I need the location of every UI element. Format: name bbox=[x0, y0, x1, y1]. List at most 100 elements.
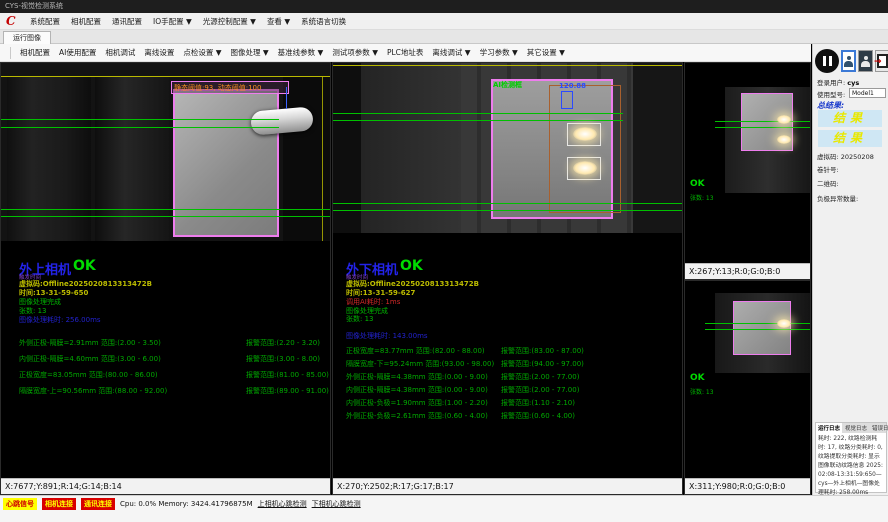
tool-offline-debug[interactable]: 离线调试 ▼ bbox=[432, 47, 470, 58]
tool-test-params[interactable]: 测试项参数 ▼ bbox=[332, 47, 378, 58]
login-user-row: 登录用户: cys bbox=[817, 77, 859, 87]
tool-camera-debug[interactable]: 相机调试 bbox=[105, 47, 135, 58]
log-tabs: 运行日志 视觉日志 错误日志 bbox=[816, 423, 886, 433]
alarm-range: 报警范围:(0.60 - 4.00) bbox=[501, 411, 575, 421]
pixel-coordinates: X:311;Y:980;R:0;G:0;B:0 bbox=[689, 482, 785, 491]
weld-glow bbox=[573, 127, 597, 141]
menu-item-view[interactable]: 查看 ▼ bbox=[267, 16, 290, 27]
camera-canvas-outer-lower[interactable]: AI检测框 120.88 bbox=[333, 63, 682, 233]
tool-spotcheck[interactable]: 点检设置 ▼ bbox=[183, 47, 221, 58]
tool-ai-usage[interactable]: AI使用配置 bbox=[59, 47, 96, 58]
comm-connection-badge: 通讯连接 bbox=[81, 498, 115, 510]
camera-canvas-small-bottom[interactable]: OK 张数: 13 bbox=[685, 281, 810, 478]
alarm-range: 报警范围:(2.00 - 77.00) bbox=[501, 372, 579, 382]
frame-count: 张数: 13 bbox=[690, 387, 714, 396]
measure-value: 内侧正极-隔膜=4.60mm 范围:(3.00 - 6.00) bbox=[19, 354, 161, 364]
measure-value: 外侧正极-隔膜=4.38mm 范围:(0.00 - 9.00) bbox=[346, 372, 488, 382]
tool-offline-setting[interactable]: 离线设置 bbox=[144, 47, 174, 58]
measure-value: 外侧正极-隔膜=2.91mm 范围:(2.00 - 3.50) bbox=[19, 338, 161, 348]
pixel-coordinate-bar: X:270;Y:2502;R:17;G:17;B:17 bbox=[333, 478, 682, 494]
alarm-range: 报警范围:(81.00 - 85.00) bbox=[246, 370, 329, 380]
alarm-range: 报警范围:(1.10 - 2.10) bbox=[501, 398, 575, 408]
heartbeat-status-badge: 心跳信号 bbox=[3, 498, 37, 510]
camera-canvas-outer-upper[interactable]: 静态阈值:93, 动态阈值:100 bbox=[1, 63, 330, 241]
edge-marker bbox=[286, 87, 287, 109]
threshold-label: 静态阈值:93, 动态阈值:100 bbox=[174, 84, 261, 92]
camera-connection-badge: 相机连接 bbox=[42, 498, 76, 510]
camera-status-ok: OK bbox=[690, 179, 705, 189]
measure-value: 隔膜宽度-下=95.24mm 范围:(93.00 - 98.00) bbox=[346, 359, 494, 369]
measure-line bbox=[333, 210, 682, 211]
tool-baseline-params[interactable]: 基准线参数 ▼ bbox=[278, 47, 324, 58]
pause-button[interactable] bbox=[815, 49, 839, 73]
logout-icon bbox=[877, 54, 888, 68]
user-button-active[interactable] bbox=[841, 50, 856, 72]
camera-view-small-top: OK 张数: 13 X:267;Y:13;R:0;G:0;B:0 bbox=[684, 62, 811, 280]
upper-camera-heartbeat-link[interactable]: 上相机心跳检测 bbox=[258, 499, 307, 509]
measure-value: 内侧正极-隔膜=4.38mm 范围:(0.00 - 9.00) bbox=[346, 385, 488, 395]
logout-button[interactable] bbox=[875, 50, 888, 72]
tool-plc-table[interactable]: PLC地址表 bbox=[387, 47, 423, 58]
weld-glow bbox=[777, 319, 791, 328]
window-title: CYS-视觉检测系统 bbox=[5, 2, 63, 10]
measure-line bbox=[1, 209, 330, 210]
model-value-box[interactable]: Model1 bbox=[849, 88, 886, 98]
user-icon bbox=[861, 56, 870, 67]
camera-canvas-small-top[interactable]: OK 张数: 13 bbox=[685, 63, 810, 263]
menu-item-language[interactable]: 系统语言切换 bbox=[301, 16, 346, 27]
tab-run-image[interactable]: 运行图像 bbox=[3, 31, 51, 44]
camera-status-ok: OK bbox=[690, 373, 705, 383]
measure-value: 隔膜宽度-上=90.56mm 范围:(88.00 - 92.00) bbox=[19, 386, 167, 396]
status-bar: 心跳信号 相机连接 通讯连接 Cpu: 0.0% Memory: 3424.41… bbox=[0, 495, 888, 522]
cpu-memory-readout: Cpu: 0.0% Memory: 3424.41796875M bbox=[120, 500, 253, 508]
pixel-coordinates: X:270;Y:2502;R:17;G:17;B:17 bbox=[337, 482, 454, 491]
pixel-coordinate-bar: X:267;Y:13;R:0;G:0;B:0 bbox=[685, 263, 810, 279]
measure-value: 正极宽度=83.77mm 范围:(82.00 - 88.00) bbox=[346, 346, 485, 356]
tool-learn-params[interactable]: 学习参数 ▼ bbox=[480, 47, 518, 58]
menu-item-io-config[interactable]: IO手配置 ▼ bbox=[153, 16, 192, 27]
negative-abnormal-label: 负极异常数量: bbox=[817, 193, 858, 203]
menu-bar: 系统配置 相机配置 通讯配置 IO手配置 ▼ 光源控制配置 ▼ 查看 ▼ 系统语… bbox=[0, 13, 888, 30]
log-tab-run[interactable]: 运行日志 bbox=[816, 423, 842, 433]
status-row: 心跳信号 相机连接 通讯连接 Cpu: 0.0% Memory: 3424.41… bbox=[3, 497, 361, 510]
login-user-value: cys bbox=[847, 79, 859, 87]
measure-line bbox=[333, 120, 623, 121]
battery-cell-region bbox=[733, 301, 791, 355]
tab-strip: 运行图像 bbox=[0, 30, 888, 44]
camera-view-small-bottom: OK 张数: 13 X:311;Y:980;R:0;G:0;B:0 bbox=[684, 280, 811, 495]
measure-value: 正极宽度=83.05mm 范围:(80.00 - 86.00) bbox=[19, 370, 158, 380]
lower-camera-heartbeat-link[interactable]: 下相机心跳检测 bbox=[312, 499, 361, 509]
pixel-coordinates: X:267;Y:13;R:0;G:0;B:0 bbox=[689, 267, 780, 276]
log-tab-error[interactable]: 错误日志 bbox=[870, 423, 888, 433]
user-button[interactable] bbox=[858, 50, 873, 72]
pixel-coordinate-bar: X:311;Y:980;R:0;G:0;B:0 bbox=[685, 478, 810, 494]
app-logo-icon bbox=[6, 14, 19, 28]
qr-code-label: 二维码: bbox=[817, 178, 839, 188]
weld-glow bbox=[573, 161, 597, 175]
alarm-range: 报警范围:(2.20 - 3.20) bbox=[246, 338, 320, 348]
ai-detect-rect bbox=[549, 85, 621, 213]
toolbar: 相机配置 AI使用配置 相机调试 离线设置 点检设置 ▼ 图像处理 ▼ 基准线参… bbox=[0, 44, 811, 62]
control-panel: 登录用户: cys 使用型号: Model1 总结果: 结果 结果 虚拟码: 2… bbox=[812, 44, 888, 495]
weld-glow bbox=[777, 115, 791, 124]
menu-item-light-config[interactable]: 光源控制配置 ▼ bbox=[203, 16, 256, 27]
alarm-range: 报警范围:(94.00 - 97.00) bbox=[501, 359, 584, 369]
tool-other-settings[interactable]: 其它设置 ▼ bbox=[527, 47, 565, 58]
alarm-range: 报警范围:(2.00 - 77.00) bbox=[501, 385, 579, 395]
log-box: 运行日志 视觉日志 错误日志 耗时: 222, 纹路检测耗时: 17, 纹路分类… bbox=[815, 422, 887, 493]
menu-item-comm-config[interactable]: 通讯配置 bbox=[112, 16, 142, 27]
ai-box-label: AI检测框 bbox=[493, 80, 522, 90]
measure-line bbox=[705, 329, 810, 330]
log-tab-vision[interactable]: 视觉日志 bbox=[843, 423, 869, 433]
tool-camera-config[interactable]: 相机配置 bbox=[20, 47, 50, 58]
result-block-2: 结果 bbox=[818, 130, 882, 147]
menu-item-camera-config[interactable]: 相机配置 bbox=[71, 16, 101, 27]
camera-view-outer-lower: AI检测框 120.88 外下相机 OK 触发时间 虚拟码:Offline202… bbox=[332, 62, 683, 495]
user-icon bbox=[844, 56, 853, 67]
measure-line bbox=[333, 203, 682, 204]
measure-annotation: 120.88 bbox=[559, 82, 586, 90]
frame-count: 张数: 13 bbox=[690, 193, 714, 202]
menu-item-system-config[interactable]: 系统配置 bbox=[30, 16, 60, 27]
camera-status-ok: OK bbox=[73, 258, 96, 274]
tool-image-process[interactable]: 图像处理 ▼ bbox=[231, 47, 269, 58]
